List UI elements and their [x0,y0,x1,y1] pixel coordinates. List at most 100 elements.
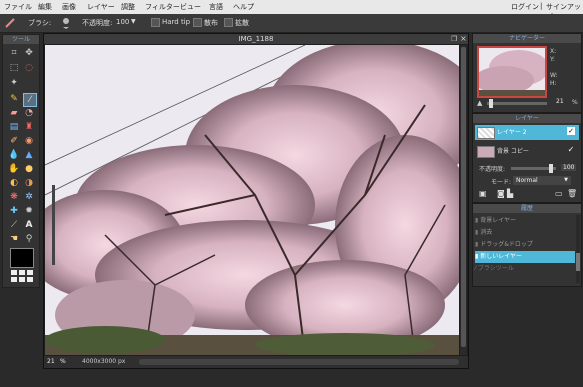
menu-image[interactable]: 画像 [62,2,76,12]
navigator-thumbnail-image [474,48,549,96]
canvas-vertical-scrollbar[interactable] [460,45,467,355]
scatter-checkbox[interactable] [193,18,202,27]
navigator-zoom-slider[interactable] [487,99,547,108]
delete-layer-icon[interactable]: 🗑 [567,189,577,198]
layer-opacity-handle[interactable] [549,164,553,173]
history-item[interactable]: ▮ 消去 [475,227,575,239]
mode-select[interactable]: Normal ▼ [513,176,571,185]
history-item[interactable]: ▮ ドラッグ&ドロップ [475,239,575,251]
hardtip-checkbox[interactable] [151,18,160,27]
zoom-out-icon[interactable]: ▲ [477,99,482,107]
layer-opacity-slider[interactable] [511,164,556,173]
layer-mask-icon[interactable]: ◙ [497,189,505,198]
scroll-thumb[interactable] [461,47,466,347]
history-item[interactable]: ▮ 背景レイヤー [475,215,575,227]
menu-bar: ファイル 編集 画像 レイヤー 調整 フィルター ビュー 言語 ヘルプ ログイン… [0,0,583,21]
hand-icon[interactable]: ☚ [8,233,20,245]
new-layer-icon[interactable]: ▭ [555,189,563,198]
layer-name: 背景 コピー [497,148,529,155]
menu-file[interactable]: ファイル [4,2,32,12]
fill-icon[interactable]: ◔ [23,107,35,119]
layers-panel: レイヤー レイヤー 2 ✓ 背景 コピー ✓ 不透明度: 100 モード: No… [472,113,582,203]
nav-h-label: H: [550,80,557,87]
redeye-icon[interactable]: ◉ [23,135,35,147]
palette-grid-icon[interactable] [10,269,34,283]
canvas-title: IMG_1188 [44,34,468,44]
brush-label: ブラシ: [28,19,52,27]
menu-view[interactable]: ビュー [180,2,201,12]
wand-icon[interactable]: ✦ [8,77,20,89]
layer-settings-icon[interactable]: ▣ [479,189,487,198]
pencil-icon[interactable]: ✎ [8,93,20,105]
close-icon[interactable]: × [460,34,467,43]
login-separator: | [540,2,543,10]
menu-filter[interactable]: フィルター [145,2,180,12]
zoom-icon[interactable]: ⚲ [23,233,35,245]
zoom-unit: % [60,358,66,365]
navigator-title: ナビゲーター [473,34,581,43]
layer-thumbnail-transparent [477,127,495,139]
bloat-icon[interactable]: ❋ [8,191,20,203]
restore-icon[interactable]: ❐ [451,35,457,43]
history-scroll-thumb[interactable] [576,253,580,271]
opacity-label: 不透明度: [82,19,113,27]
layer-name: レイヤー 2 [497,129,527,136]
stamp-icon[interactable]: ♜ [23,121,35,133]
sponge-icon[interactable]: ● [23,163,35,175]
sharpen-icon[interactable]: ▲ [23,149,35,161]
layer-row-selected[interactable]: レイヤー 2 ✓ [475,125,579,140]
navigator-panel: ナビゲーター X: Y: W: H: ▲ 21 % [472,33,582,113]
dodge-icon[interactable]: ◐ [8,177,20,189]
menu-edit[interactable]: 編集 [38,2,52,12]
options-toolbar: ブラシ: 不透明度: 100 ▼ Hard tip 散布 拡散 [0,14,583,33]
brush-tool-icon[interactable]: ⁄ [23,93,37,107]
spot-heal-icon[interactable]: ✚ [8,205,20,217]
history-item[interactable]: ⁄ ブラシツール [475,263,575,275]
nav-x-label: X: [550,48,557,55]
layer-visibility-checkbox[interactable]: ✓ [567,146,575,154]
colorpicker-icon[interactable]: ✐ [8,135,20,147]
brush-icon[interactable] [4,17,16,29]
image-size: 4000x3000 px [82,358,126,365]
nav-zoom-value[interactable]: 21 [556,98,564,105]
layer-visibility-checkbox[interactable]: ✓ [567,127,575,135]
history-panel: 履歴 ▮ 背景レイヤー ▮ 消去 ▮ ドラッグ&ドロップ 消去 ▮ 新しいレイヤ… [472,203,582,287]
opacity-dropdown-icon[interactable]: ▼ [131,18,136,25]
eyedropper-icon[interactable]: ⟋ [8,219,20,231]
canvas-horizontal-scrollbar[interactable] [139,359,459,365]
menu-adjust[interactable]: 調整 [121,2,135,12]
photo-canvas[interactable] [45,45,459,355]
history-title: 履歴 [473,204,581,213]
login-link[interactable]: ログイン [511,2,539,12]
lasso-icon[interactable]: ◌ [23,62,35,74]
spread-checkbox[interactable] [224,18,233,27]
shape-icon[interactable]: ✹ [23,205,35,217]
pinch-icon[interactable]: ✲ [23,191,35,203]
history-scrollbar[interactable] [576,215,580,283]
burn-icon[interactable]: ◑ [23,177,35,189]
foreground-color-swatch[interactable] [10,248,34,268]
blur-icon[interactable]: 💧 [8,149,20,161]
scatter-label: 散布 [204,19,218,27]
text-icon[interactable]: A [23,219,35,231]
layer-styles-icon[interactable]: ▙ [507,189,513,198]
layer-thumbnail-image [477,146,495,158]
menu-language[interactable]: 言語 [209,2,223,12]
crop-icon[interactable]: ⌗ [8,47,20,59]
gradient-icon[interactable]: ▤ [8,121,20,133]
smudge-icon[interactable]: ✋ [8,163,20,175]
history-item-selected[interactable]: ▮ 新しいレイヤー [475,251,575,263]
zoom-value[interactable]: 21 [47,358,55,365]
opacity-value[interactable]: 100 [116,18,129,26]
navigator-thumbnail[interactable] [474,46,549,98]
eraser-icon[interactable]: ▰ [8,107,20,119]
zoom-slider-handle[interactable] [489,99,493,108]
menu-help[interactable]: ヘルプ [233,2,254,12]
move-icon[interactable]: ✥ [23,47,35,59]
tools-panel: ツール ⌗ ✥ ⬚ ◌ ✦ ✎ ⁄ ▰ ◔ ▤ ♜ ✐ ◉ 💧 ▲ ✋ ● ◐ … [2,34,40,288]
menu-layer[interactable]: レイヤー [87,2,115,12]
brush-preset-icon[interactable] [60,16,72,29]
layer-opacity-value[interactable]: 100 [561,164,577,171]
layer-row[interactable]: 背景 コピー ✓ [475,144,579,159]
marquee-icon[interactable]: ⬚ [8,62,20,74]
